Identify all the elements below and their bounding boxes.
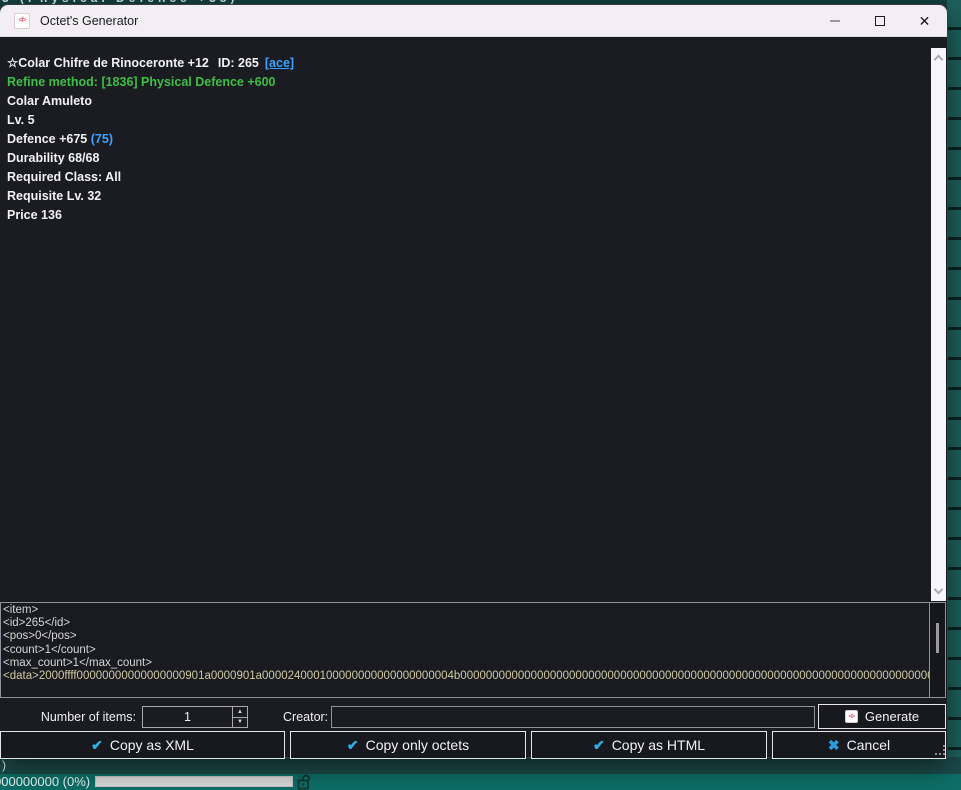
item-description: ☆Colar Chifre de Rinoceronte +12 ID: 265 [… xyxy=(7,54,294,225)
window-title: Octet's Generator xyxy=(40,14,138,28)
spinner-up-button[interactable]: ▲ xyxy=(233,707,247,718)
generate-button[interactable]: </> Generate xyxy=(818,704,946,729)
item-id: ID: 265 xyxy=(218,56,259,70)
background-status-bar: 000000000 (0%) xyxy=(0,774,961,790)
item-requisite-level: Requisite Lv. 32 xyxy=(7,187,294,206)
item-level: Lv. 5 xyxy=(7,111,294,130)
background-list-rows xyxy=(947,0,961,762)
number-of-items-input[interactable] xyxy=(143,707,232,727)
maximize-button[interactable] xyxy=(857,5,902,37)
minimize-icon xyxy=(830,20,840,22)
creator-label: Creator: xyxy=(283,710,328,724)
copy-as-xml-label: Copy as XML xyxy=(110,737,194,753)
cancel-button-label: Cancel xyxy=(847,737,891,753)
check-icon: ✔ xyxy=(91,737,103,754)
xml-output-area[interactable]: <item> <id>265</id> <pos>0</pos> <count>… xyxy=(0,602,946,698)
padlock-icon xyxy=(296,774,313,790)
item-title-line: ☆Colar Chifre de Rinoceronte +12 ID: 265 [… xyxy=(7,54,294,73)
creator-input[interactable] xyxy=(331,706,815,728)
ace-link[interactable]: [ace] xyxy=(265,56,294,70)
copy-only-octets-button[interactable]: ✔ Copy only octets xyxy=(290,731,526,759)
cancel-button[interactable]: ✖ Cancel xyxy=(772,731,946,759)
generate-button-label: Generate xyxy=(865,709,919,724)
close-button[interactable]: ✕ xyxy=(902,5,947,37)
item-durability: Durability 68/68 xyxy=(7,149,294,168)
number-of-items-label: Number of items: xyxy=(40,710,136,724)
generate-icon-glyph: </> xyxy=(849,714,855,720)
spinner-down-button[interactable]: ▼ xyxy=(233,718,247,728)
copy-only-octets-label: Copy only octets xyxy=(366,737,470,753)
item-name: ☆Colar Chifre de Rinoceronte +12 xyxy=(7,56,209,70)
status-counter-text: 000000000 (0%) xyxy=(0,774,90,789)
scroll-down-icon[interactable] xyxy=(934,585,944,595)
progress-bar xyxy=(95,776,293,787)
app-icon: </> xyxy=(14,13,30,29)
spinner-stepper: ▲ ▼ xyxy=(232,707,247,727)
minimize-button[interactable] xyxy=(812,5,857,37)
item-type: Colar Amuleto xyxy=(7,92,294,111)
item-required-class: Required Class: All xyxy=(7,168,294,187)
scroll-up-icon[interactable] xyxy=(934,55,944,65)
generate-icon: </> xyxy=(845,710,858,723)
description-scrollbar[interactable] xyxy=(931,48,946,601)
item-defence: Defence +675 xyxy=(7,132,87,146)
xml-line: <id>265</id> xyxy=(3,617,927,630)
titlebar[interactable]: </> Octet's Generator ✕ xyxy=(0,5,947,37)
maximize-icon xyxy=(875,16,885,26)
xml-scrollbar[interactable] xyxy=(929,603,945,697)
item-refine-method: Refine method: [1836] Physical Defence +… xyxy=(7,73,294,92)
octets-generator-window: </> Octet's Generator ✕ ☆Colar Chifre de… xyxy=(0,5,947,757)
xml-line: <max_count>1</max_count> xyxy=(3,657,927,670)
xml-line: <count>1</count> xyxy=(3,644,927,657)
item-price: Price 136 xyxy=(7,206,294,225)
app-icon-glyph: </> xyxy=(18,17,25,24)
number-of-items-spinner[interactable]: ▲ ▼ xyxy=(142,706,248,728)
copy-as-html-label: Copy as HTML xyxy=(612,737,705,753)
background-band: ) xyxy=(0,757,961,774)
window-controls: ✕ xyxy=(812,5,947,37)
check-icon: ✔ xyxy=(593,737,605,754)
xml-line: <item> xyxy=(3,604,927,617)
copy-as-xml-button[interactable]: ✔ Copy as XML xyxy=(0,731,285,759)
check-icon: ✔ xyxy=(347,737,359,754)
copy-as-html-button[interactable]: ✔ Copy as HTML xyxy=(531,731,767,759)
resize-grip[interactable] xyxy=(936,746,945,755)
xml-line: <pos>0</pos> xyxy=(3,630,927,643)
xml-data-line: <data>2000ffff00000000000000000901a00009… xyxy=(3,670,927,683)
close-icon: ✕ xyxy=(919,14,931,28)
cancel-x-icon: ✖ xyxy=(828,737,840,754)
item-defence-bonus: (75) xyxy=(91,132,113,146)
background-paren-text: ) xyxy=(2,758,6,772)
item-defence-line: Defence +675 (75) xyxy=(7,130,294,149)
xml-scrollbar-thumb[interactable] xyxy=(936,623,939,653)
